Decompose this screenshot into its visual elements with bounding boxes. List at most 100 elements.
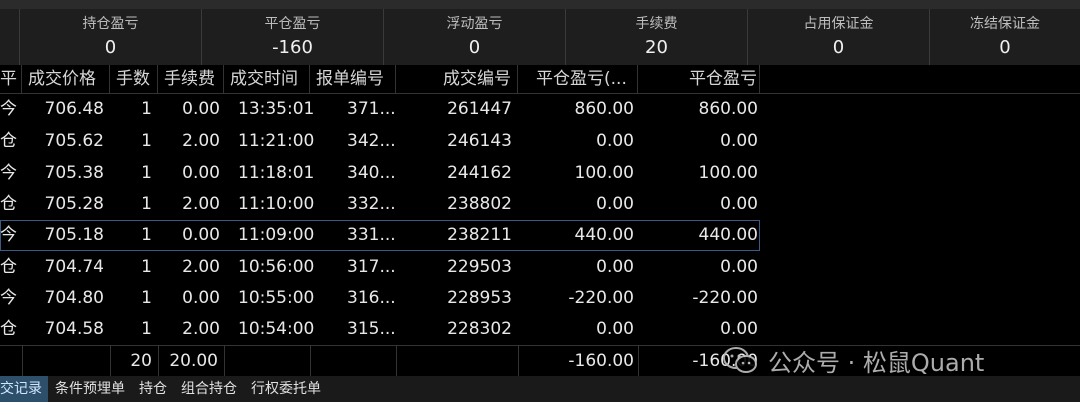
summary-label: 持仓盈亏 (82, 16, 139, 32)
cell-trade-id: 228302 (447, 319, 512, 339)
cell-trade-id: 238211 (447, 225, 512, 245)
tab-combo-positions[interactable]: 组合持仓 (174, 376, 244, 402)
cell-order-id: 371... (347, 99, 396, 119)
cell-price: 705.62 (44, 131, 104, 151)
cell-commission: 0.00 (182, 225, 220, 245)
summary-label: 浮动盈亏 (446, 16, 503, 32)
summary-position-pnl: 持仓盈亏 0 (20, 9, 202, 65)
cell-close-pnl-detail: 0.00 (596, 194, 634, 214)
cell-open-close: 仓 (0, 319, 17, 339)
cell-order-id: 332... (347, 194, 396, 214)
column-header-commission[interactable]: 手续费 (158, 65, 224, 94)
cell-commission: 0.00 (182, 99, 220, 119)
column-header-close-pnl-detail[interactable]: 平仓盈亏(... (518, 65, 638, 94)
summary-label: 手续费 (635, 16, 678, 32)
cell-close-pnl-detail: 100.00 (574, 163, 634, 183)
table-row[interactable]: 今 704.80 1 0.00 10:55:00 316... 228953 -… (0, 283, 1080, 315)
cell-quantity: 1 (141, 319, 152, 339)
table-row[interactable]: 仓 705.28 1 2.00 11:10:00 332... 238802 0… (0, 189, 1080, 221)
column-header-trade-time[interactable]: 成交时间 (224, 65, 310, 94)
cell-trade-id: 229503 (447, 257, 512, 277)
cell-close-pnl: 440.00 (698, 225, 758, 245)
table-row[interactable]: 仓 705.62 1 2.00 11:21:00 342... 246143 0… (0, 126, 1080, 158)
summary-value: 0 (468, 37, 481, 58)
summary-value: 0 (832, 37, 845, 58)
cell-quantity: 1 (141, 163, 152, 183)
wechat-logo-icon (723, 347, 757, 373)
cell-trade-time: 11:09:00 (238, 225, 315, 245)
cell-trade-time: 11:10:00 (238, 194, 315, 214)
column-header-order-id[interactable]: 报单编号 (310, 65, 396, 94)
cell-close-pnl: 0.00 (720, 131, 758, 151)
cell-quantity: 1 (141, 225, 152, 245)
total-close-pnl-detail: -160.00 (568, 351, 634, 371)
table-row-selected[interactable]: 今 705.18 1 0.00 11:09:00 331... 238211 4… (0, 220, 1080, 252)
cell-commission: 0.00 (182, 163, 220, 183)
cell-close-pnl-detail: -220.00 (568, 288, 634, 308)
cell-close-pnl: 0.00 (720, 194, 758, 214)
cell-open-close: 今 (0, 225, 17, 245)
cell-open-close: 仓 (0, 194, 17, 214)
cell-quantity: 1 (141, 288, 152, 308)
summary-close-pnl: 平仓盈亏 -160 (202, 9, 384, 65)
cell-close-pnl-detail: 440.00 (574, 225, 634, 245)
cell-trade-id: 246143 (447, 131, 512, 151)
bottom-tab-bar: 交记录 条件预埋单 持仓 组合持仓 行权委托单 (0, 376, 1080, 402)
cell-order-id: 340... (347, 163, 396, 183)
cell-commission: 2.00 (182, 319, 220, 339)
cell-trade-id: 228953 (447, 288, 512, 308)
tab-exercise-orders[interactable]: 行权委托单 (244, 376, 328, 402)
cell-close-pnl: -220.00 (692, 288, 758, 308)
summary-label: 占用保证金 (803, 16, 874, 32)
cell-close-pnl-detail: 0.00 (596, 319, 634, 339)
column-header-open-close[interactable]: 平 (0, 65, 22, 94)
column-header-quantity[interactable]: 手数 (110, 65, 158, 94)
table-row[interactable]: 仓 704.74 1 2.00 10:56:00 317... 229503 0… (0, 252, 1080, 284)
summary-frozen-margin: 冻结保证金 0 (930, 9, 1080, 65)
cell-open-close: 仓 (0, 257, 17, 277)
trade-table-header: 平 成交价格 手数 手续费 成交时间 报单编号 成交编号 平仓盈亏(... 平仓… (0, 65, 1080, 94)
cell-trade-id: 244162 (447, 163, 512, 183)
cell-trade-time: 10:56:00 (238, 257, 315, 277)
summary-label: 平仓盈亏 (264, 16, 321, 32)
cell-price: 705.28 (44, 194, 104, 214)
summary-value: 0 (104, 37, 117, 58)
watermark-text: 公众号 · 松鼠Quant (768, 348, 985, 377)
cell-commission: 2.00 (182, 257, 220, 277)
cell-price: 705.38 (44, 163, 104, 183)
cell-commission: 2.00 (182, 131, 220, 151)
cell-price: 704.58 (44, 319, 104, 339)
watermark: 公众号 · 松鼠Quant (722, 342, 984, 378)
cell-commission: 0.00 (182, 288, 220, 308)
cell-price: 705.18 (44, 225, 104, 245)
column-header-trade-id[interactable]: 成交编号 (396, 65, 518, 94)
total-quantity: 20 (130, 351, 152, 371)
cell-trade-id: 238802 (447, 194, 512, 214)
tab-trade-records[interactable]: 交记录 (0, 376, 48, 402)
table-row[interactable]: 今 705.38 1 0.00 11:18:01 340... 244162 1… (0, 158, 1080, 190)
table-row[interactable]: 今 706.48 1 0.00 13:35:01 371... 261447 8… (0, 94, 1080, 126)
cell-quantity: 1 (141, 257, 152, 277)
cell-order-id: 331... (347, 225, 396, 245)
cell-quantity: 1 (141, 131, 152, 151)
cell-trade-time: 11:18:01 (238, 163, 315, 183)
cell-trade-time: 13:35:01 (238, 99, 315, 119)
account-summary-bar: 持仓盈亏 0 平仓盈亏 -160 浮动盈亏 0 手续费 20 占用保证金 0 冻… (0, 9, 1080, 65)
cell-trade-time: 10:54:00 (238, 319, 315, 339)
cell-close-pnl: 100.00 (698, 163, 758, 183)
tab-conditional-orders[interactable]: 条件预埋单 (48, 376, 132, 402)
tab-positions[interactable]: 持仓 (132, 376, 174, 402)
column-header-close-pnl[interactable]: 平仓盈亏 (638, 65, 760, 94)
cell-close-pnl: 0.00 (720, 257, 758, 277)
cell-quantity: 1 (141, 194, 152, 214)
cell-close-pnl-detail: 860.00 (574, 99, 634, 119)
cell-trade-time: 10:55:00 (238, 288, 315, 308)
cell-price: 704.80 (44, 288, 104, 308)
summary-value: 20 (645, 37, 668, 58)
cell-price: 704.74 (44, 257, 104, 277)
cell-order-id: 317... (347, 257, 396, 277)
column-header-price[interactable]: 成交价格 (24, 65, 110, 94)
window-top-bar (0, 0, 1080, 9)
summary-value: 0 (999, 37, 1011, 58)
cell-close-pnl: 860.00 (698, 99, 758, 119)
